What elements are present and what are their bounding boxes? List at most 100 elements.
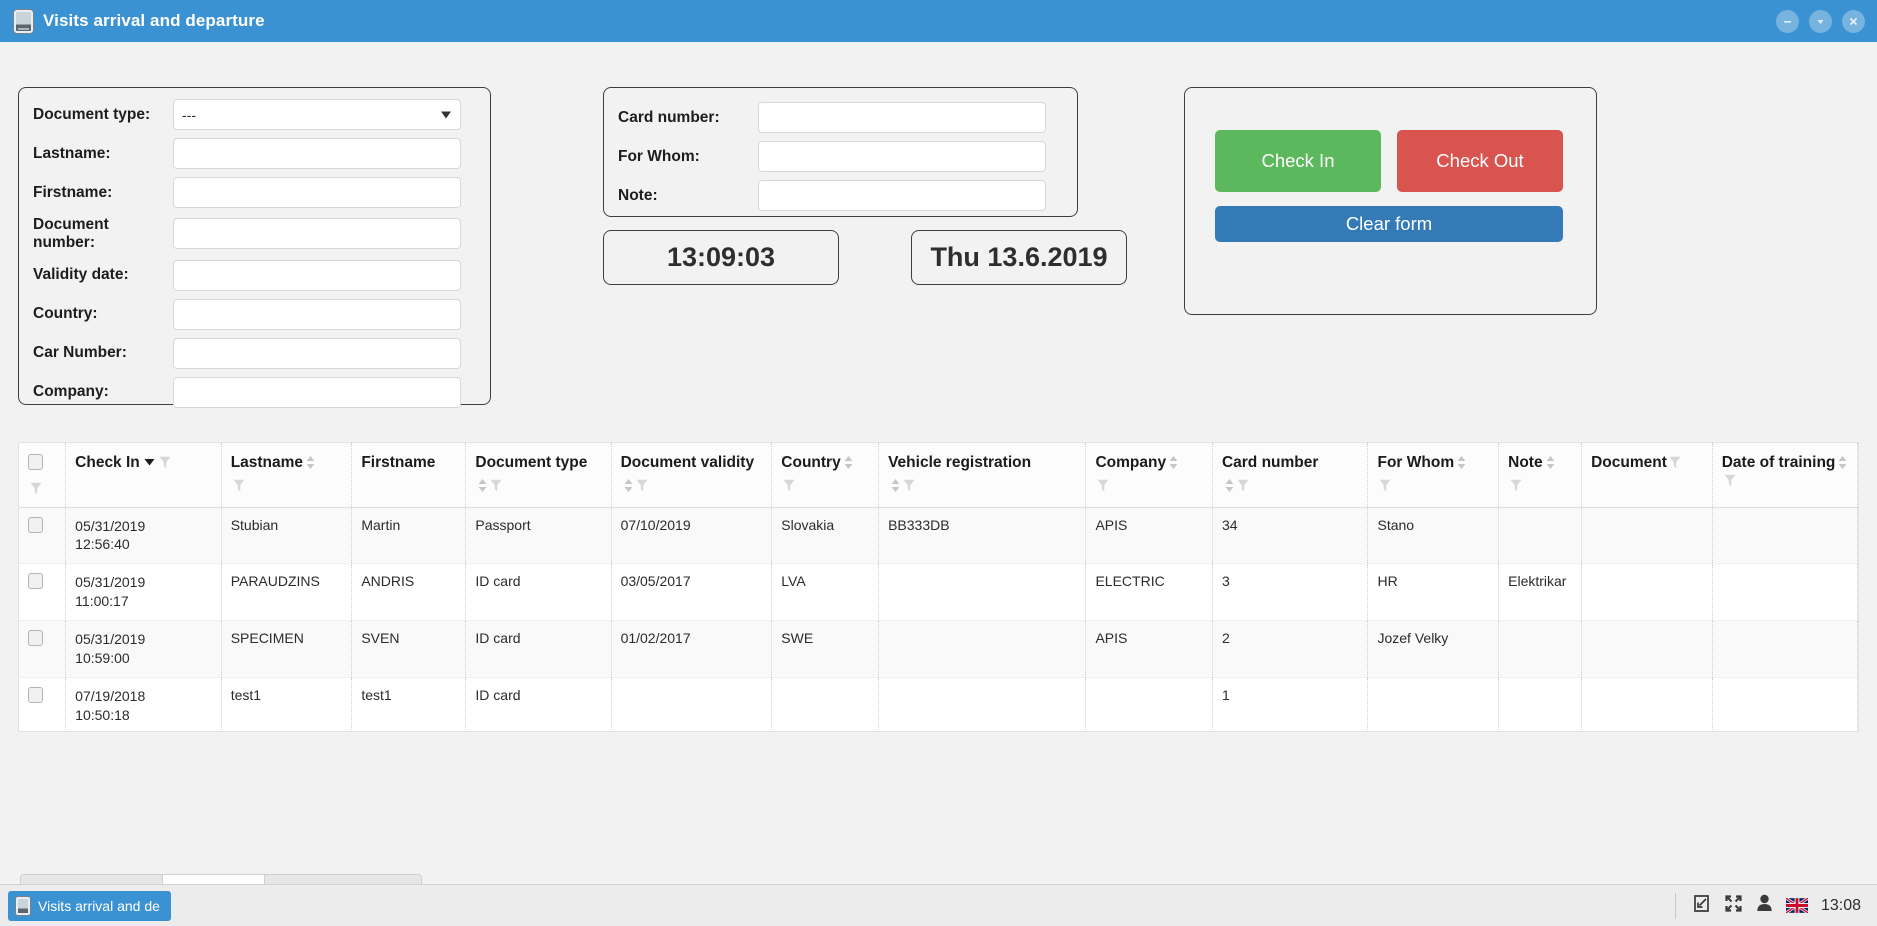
label-note: Note: <box>618 186 658 204</box>
row-select-checkbox-cell <box>19 677 67 731</box>
car-number-input[interactable] <box>173 337 461 369</box>
field-for-whom: For Whom: <box>604 141 1077 172</box>
filter-icon[interactable] <box>1667 454 1681 471</box>
column-header-note[interactable]: Note <box>1498 443 1583 508</box>
cell-document-type: ID card <box>465 563 612 622</box>
select-all-checkbox[interactable] <box>28 454 43 470</box>
chevron-down-icon <box>441 111 451 118</box>
filter-icon[interactable] <box>28 480 58 495</box>
document-number-input[interactable] <box>173 218 461 250</box>
uk-flag-icon[interactable] <box>1785 898 1808 913</box>
cell-lastname: test1 <box>221 677 353 731</box>
cell-firstname: SVEN <box>351 620 467 678</box>
taskbar-window-label: Visits arrival and de <box>38 897 160 914</box>
user-icon[interactable] <box>1756 894 1773 917</box>
system-tray: 13:08 <box>1674 892 1877 919</box>
row-checkbox[interactable] <box>28 686 43 703</box>
sort-icon[interactable] <box>1835 454 1848 471</box>
column-header-document[interactable]: Document <box>1581 443 1713 508</box>
sort-icon[interactable] <box>475 477 488 494</box>
restore-button[interactable] <box>1809 9 1832 33</box>
column-header-vehicle-registration[interactable]: Vehicle registration <box>878 443 1087 508</box>
column-header-for-whom[interactable]: For Whom <box>1367 443 1500 508</box>
column-header-company[interactable]: Company <box>1085 443 1213 508</box>
sort-icon[interactable] <box>1543 454 1556 471</box>
minimize-button[interactable] <box>1776 9 1799 33</box>
cell-company: APIS <box>1085 620 1213 678</box>
header-icons[interactable] <box>621 477 765 494</box>
column-header-card-number[interactable]: Card number <box>1212 443 1369 508</box>
fullscreen-icon[interactable] <box>1724 894 1743 918</box>
row-checkbox[interactable] <box>28 573 43 590</box>
column-header-label: Firstname <box>361 454 436 471</box>
table-row[interactable]: 05/31/2019 12:56:40 Stubian Martin Passport 0… <box>19 507 1858 565</box>
column-header-date-of-training[interactable]: Date of training <box>1712 443 1858 508</box>
filter-icon[interactable] <box>1095 477 1205 492</box>
filter-icon[interactable] <box>781 477 871 492</box>
filter-icon[interactable] <box>634 477 648 494</box>
document-type-select[interactable]: --- <box>173 99 461 130</box>
check-out-button[interactable]: Check Out <box>1397 130 1563 192</box>
check-in-button[interactable]: Check In <box>1215 130 1381 192</box>
filter-icon[interactable] <box>488 477 502 494</box>
table-row[interactable]: 05/31/2019 10:59:00 SPECIMEN SVEN ID card 01/… <box>19 620 1858 678</box>
sort-icon[interactable] <box>303 454 316 471</box>
row-checkbox[interactable] <box>28 516 43 533</box>
device-icon <box>16 896 30 915</box>
filter-icon[interactable] <box>1722 472 1736 489</box>
lastname-input[interactable] <box>173 138 461 169</box>
filter-icon[interactable] <box>1377 477 1491 492</box>
firstname-input[interactable] <box>173 177 461 208</box>
column-header-label: Document validity <box>620 454 755 471</box>
cell-document <box>1581 563 1713 622</box>
cell-date-of-training <box>1712 677 1858 731</box>
row-select-checkbox-cell <box>19 563 67 622</box>
validity-date-input[interactable] <box>173 259 461 291</box>
column-header-select-all[interactable] <box>19 443 67 508</box>
table-row[interactable]: 07/19/2018 10:50:18 test1 test1 ID card 1 <box>19 677 1858 731</box>
field-firstname: Firstname: <box>19 177 490 208</box>
header-icons[interactable] <box>888 477 1078 494</box>
company-input[interactable] <box>173 376 461 408</box>
card-number-input[interactable] <box>758 102 1046 133</box>
restore-down-icon[interactable] <box>1692 894 1711 918</box>
for-whom-input[interactable] <box>758 141 1046 172</box>
header-icons[interactable] <box>1222 477 1361 494</box>
column-header-lastname[interactable]: Lastname <box>221 443 353 508</box>
filter-icon[interactable] <box>1235 477 1249 494</box>
note-input[interactable] <box>758 180 1046 211</box>
filter-icon[interactable] <box>1508 477 1574 492</box>
visitors-table-container: Check In Lastname Firstname Document type Do… <box>18 442 1859 732</box>
cell-document-type: Passport <box>465 507 612 565</box>
column-header-check-in[interactable]: Check In <box>65 443 222 508</box>
row-checkbox[interactable] <box>28 630 43 647</box>
taskbar-window-button[interactable]: Visits arrival and de <box>8 890 171 921</box>
close-button[interactable] <box>1842 9 1865 33</box>
column-header-country[interactable]: Country <box>771 443 880 508</box>
label-document-number: Document number: <box>33 216 109 251</box>
sort-icon[interactable] <box>1222 477 1235 494</box>
column-header-label: Vehicle registration <box>888 454 1032 471</box>
visit-data-panel: Card number: For Whom: Note: <box>603 87 1078 217</box>
cell-card-number: 2 <box>1212 620 1369 678</box>
table-row[interactable]: 05/31/2019 11:00:17 PARAUDZINS ANDRIS ID car… <box>19 563 1858 622</box>
header-icons[interactable] <box>475 477 603 494</box>
filter-icon[interactable] <box>901 477 915 494</box>
sort-icon[interactable] <box>841 454 854 471</box>
column-header-document-validity[interactable]: Document validity <box>611 443 773 508</box>
filter-icon[interactable] <box>231 477 345 492</box>
column-header-document-type[interactable]: Document type <box>465 443 612 508</box>
clear-form-button[interactable]: Clear form <box>1215 206 1563 242</box>
sort-icon[interactable] <box>1454 454 1467 471</box>
country-input[interactable] <box>173 298 461 330</box>
cell-document-validity: 03/05/2017 <box>611 563 773 622</box>
sort-icon[interactable] <box>621 477 634 494</box>
cell-company: ELECTRIC <box>1085 563 1213 622</box>
filter-icon[interactable] <box>157 454 171 471</box>
sort-icon[interactable] <box>1166 454 1179 471</box>
cell-note <box>1498 507 1583 565</box>
sort-icon[interactable] <box>888 477 901 494</box>
sort-desc-icon[interactable] <box>140 454 157 471</box>
personal-data-panel: Document type: --- Lastname: Firstname: … <box>18 87 491 408</box>
column-header-firstname[interactable]: Firstname <box>351 443 467 508</box>
